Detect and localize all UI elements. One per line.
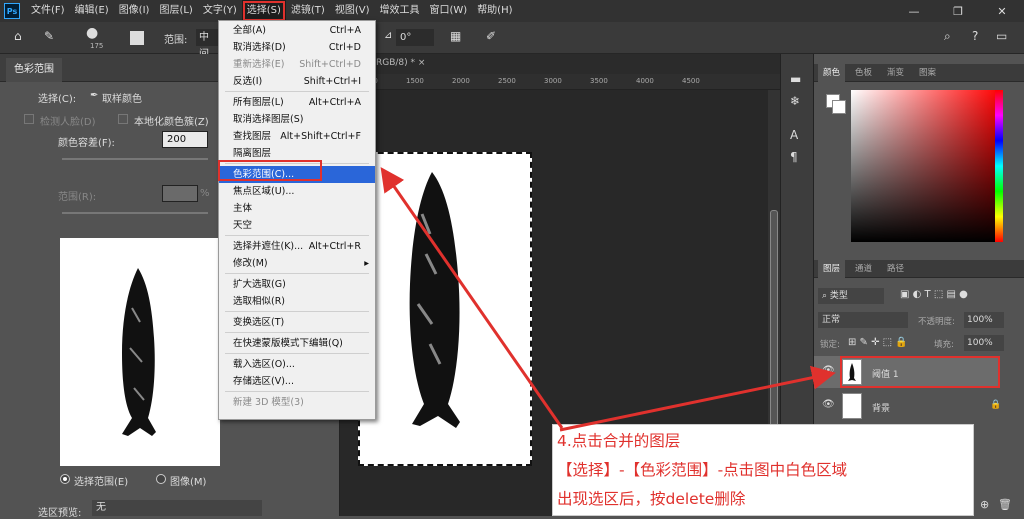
arrow-to-layer [559,365,836,432]
arrow-to-color-range [380,167,564,429]
annotation-arrows [380,167,836,432]
